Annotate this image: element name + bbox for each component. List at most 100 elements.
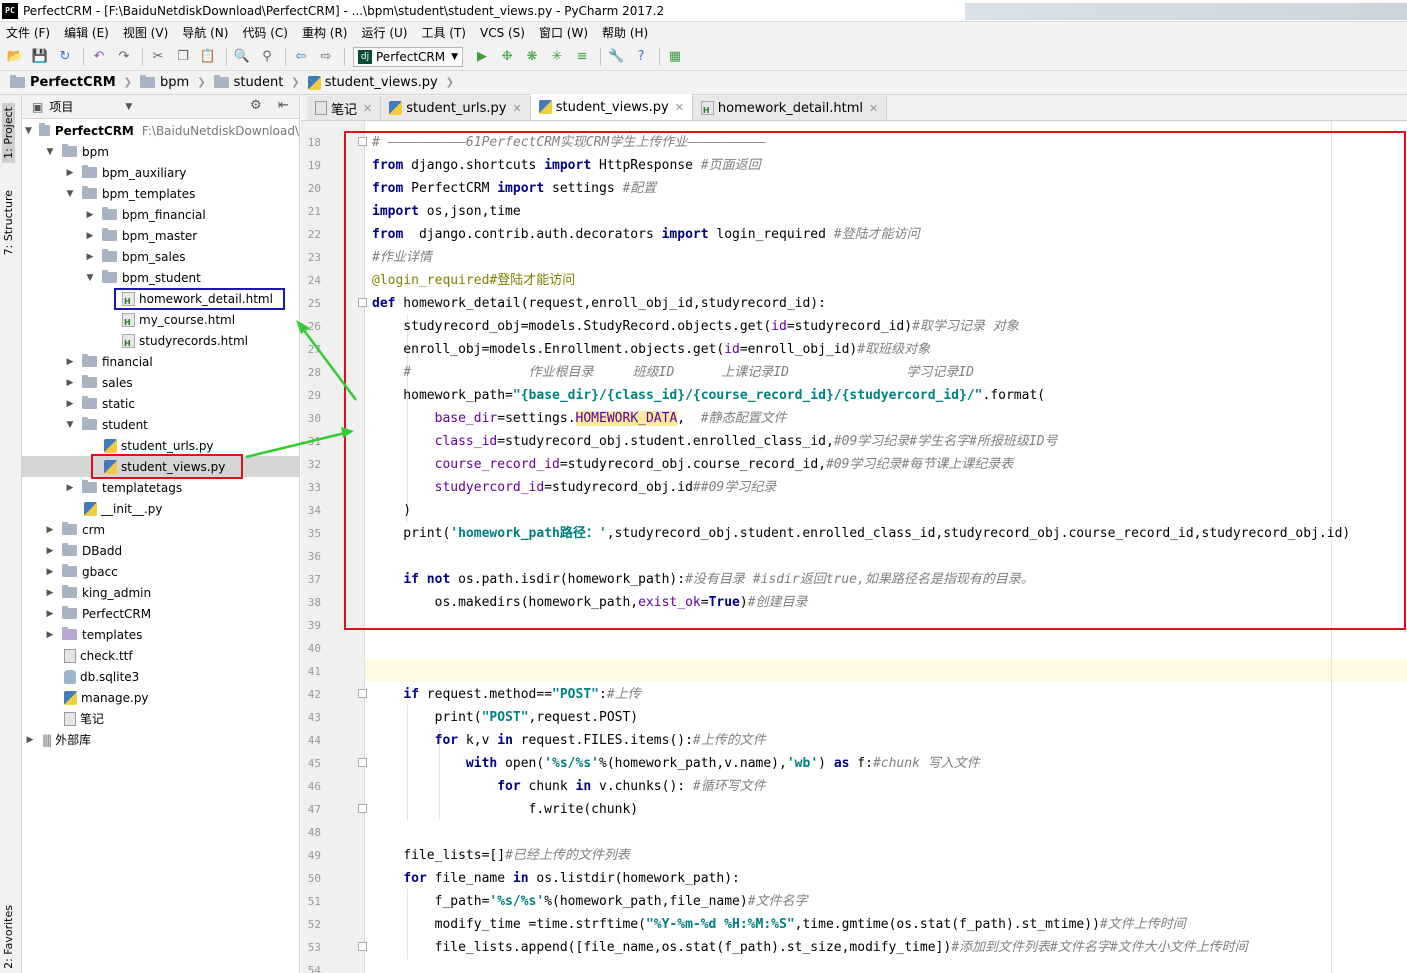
- paste-icon[interactable]: 📋: [197, 46, 219, 68]
- menu-navigate[interactable]: 导航 (N): [182, 24, 228, 41]
- tree-item-homework-detail[interactable]: homework_detail.html: [22, 288, 299, 309]
- concurrency-icon[interactable]: ≡: [571, 46, 593, 68]
- tab-student-urls[interactable]: student_urls.py ✕: [381, 96, 531, 120]
- cut-icon[interactable]: ✂: [147, 46, 169, 68]
- close-icon[interactable]: ✕: [869, 102, 878, 115]
- menu-edit[interactable]: 编辑 (E): [64, 24, 109, 41]
- text-file-icon: [64, 711, 76, 726]
- chevron-down-icon[interactable]: ▼: [125, 102, 132, 112]
- fold-marker-icon[interactable]: [358, 758, 367, 767]
- python-console-icon[interactable]: ▦: [664, 46, 686, 68]
- close-icon[interactable]: ✕: [363, 102, 372, 115]
- tree-item-student-urls[interactable]: student_urls.py: [22, 435, 299, 456]
- breadcrumb-student[interactable]: student ❯: [213, 75, 300, 90]
- tree-item-my-course[interactable]: my_course.html: [22, 309, 299, 330]
- menu-vcs[interactable]: VCS (S): [480, 26, 525, 40]
- tree-item-student-views[interactable]: student_views.py: [22, 456, 299, 477]
- close-icon[interactable]: ✕: [512, 102, 521, 115]
- chevron-right-icon: ▶: [66, 356, 74, 367]
- tree-item-bpm-financial[interactable]: ▶ bpm_financial: [22, 204, 299, 225]
- find-icon[interactable]: 🔍: [231, 46, 253, 68]
- line-number: 49: [307, 849, 321, 862]
- run-icon[interactable]: ▶: [471, 46, 493, 68]
- project-tool-tab[interactable]: 1: Project: [2, 103, 15, 163]
- tree-item-static[interactable]: ▶ static: [22, 393, 299, 414]
- folder-icon: [82, 417, 97, 430]
- gear-icon[interactable]: ⚙: [250, 98, 262, 113]
- run-config-dropdown[interactable]: dj PerfectCRM ▼: [353, 46, 464, 67]
- tab-notes[interactable]: 笔记 ✕: [307, 96, 382, 120]
- tree-item-perfectcrm-root[interactable]: ▼ PerfectCRM F:\BaiduNetdiskDownload\: [22, 120, 299, 141]
- fold-marker-icon[interactable]: [358, 942, 367, 951]
- menu-help[interactable]: 帮助 (H): [602, 24, 648, 41]
- forward-arrow-icon[interactable]: ⇨: [315, 46, 337, 68]
- help-icon[interactable]: ?: [630, 46, 652, 68]
- tree-item-student[interactable]: ▼ student: [22, 414, 299, 435]
- tree-item-check-ttf[interactable]: check.ttf: [22, 645, 299, 666]
- tab-homework-detail[interactable]: homework_detail.html ✕: [692, 96, 888, 120]
- settings-wrench-icon[interactable]: 🔧: [605, 46, 627, 68]
- tree-item-bpm-master[interactable]: ▶ bpm_master: [22, 225, 299, 246]
- folder-icon: [10, 75, 25, 88]
- tree-item-external-libraries[interactable]: ▶ |||| 外部库: [22, 729, 299, 750]
- code-line: modify_time =time.strftime("%Y-%m-%d %H:…: [372, 917, 1186, 932]
- menu-file[interactable]: 文件 (F): [6, 24, 50, 41]
- fold-marker-icon[interactable]: [358, 804, 367, 813]
- breadcrumb-file[interactable]: student_views.py ❯: [307, 75, 454, 90]
- back-arrow-icon[interactable]: ⇦: [290, 46, 312, 68]
- tab-student-views[interactable]: student_views.py ✕: [530, 94, 693, 120]
- tree-item-gbacc[interactable]: ▶ gbacc: [22, 561, 299, 582]
- tree-item-studyrecords[interactable]: studyrecords.html: [22, 330, 299, 351]
- line-number: 42: [307, 688, 321, 701]
- debug-icon[interactable]: ❉: [496, 46, 518, 68]
- breadcrumb-bpm[interactable]: bpm ❯: [140, 75, 206, 90]
- menu-tools[interactable]: 工具 (T): [421, 24, 466, 41]
- profile-icon[interactable]: ✳: [546, 46, 568, 68]
- tree-item-bpm-student[interactable]: ▼ bpm_student: [22, 267, 299, 288]
- collapse-panel-icon[interactable]: ⇤: [278, 98, 289, 113]
- structure-tool-tab[interactable]: 7: Structure: [2, 190, 15, 255]
- redo-icon[interactable]: ↷: [113, 46, 135, 68]
- tree-item-crm[interactable]: ▶ crm: [22, 519, 299, 540]
- tree-item-templatetags[interactable]: ▶ templatetags: [22, 477, 299, 498]
- menu-view[interactable]: 视图 (V): [123, 24, 168, 41]
- save-icon[interactable]: 💾: [29, 46, 51, 68]
- tree-item-init[interactable]: __init__.py: [22, 498, 299, 519]
- close-icon[interactable]: ✕: [675, 101, 684, 114]
- menu-refactor[interactable]: 重构 (R): [302, 24, 348, 41]
- tree-item-templates[interactable]: ▶ templates: [22, 624, 299, 645]
- tree-item-bpm-sales[interactable]: ▶ bpm_sales: [22, 246, 299, 267]
- code-line: # ——————————61PerfectCRM实现CRM学生上传作业—————…: [372, 135, 766, 150]
- code-line: def homework_detail(request,enroll_obj_i…: [372, 296, 826, 311]
- replace-icon[interactable]: ⚲: [256, 46, 278, 68]
- tree-item-perfectcrm[interactable]: ▶ PerfectCRM: [22, 603, 299, 624]
- sync-icon[interactable]: ↻: [54, 46, 76, 68]
- toolbar-separator: [83, 47, 84, 66]
- fold-marker-icon[interactable]: [358, 689, 367, 698]
- folder-icon: [82, 480, 97, 493]
- tree-item-notes[interactable]: 笔记: [22, 708, 299, 729]
- tree-item-financial[interactable]: ▶ financial: [22, 351, 299, 372]
- tree-item-king-admin[interactable]: ▶ king_admin: [22, 582, 299, 603]
- tree-item-manage-py[interactable]: manage.py: [22, 687, 299, 708]
- tree-item-dbadd[interactable]: ▶ DBadd: [22, 540, 299, 561]
- breadcrumb-project[interactable]: PerfectCRM ❯: [10, 75, 132, 90]
- project-panel-title[interactable]: 项目: [49, 98, 73, 115]
- fold-marker-icon[interactable]: [358, 137, 367, 146]
- menu-code[interactable]: 代码 (C): [242, 24, 288, 41]
- tree-item-sales[interactable]: ▶ sales: [22, 372, 299, 393]
- coverage-icon[interactable]: ❋: [521, 46, 543, 68]
- copy-icon[interactable]: ❐: [172, 46, 194, 68]
- undo-icon[interactable]: ↶: [88, 46, 110, 68]
- tree-item-bpm-auxiliary[interactable]: ▶ bpm_auxiliary: [22, 162, 299, 183]
- menu-window[interactable]: 窗口 (W): [539, 24, 588, 41]
- menu-run[interactable]: 运行 (U): [362, 24, 408, 41]
- open-folder-icon[interactable]: 📂: [4, 46, 26, 68]
- fold-marker-icon[interactable]: [358, 298, 367, 307]
- tree-item-db-sqlite[interactable]: db.sqlite3: [22, 666, 299, 687]
- tree-item-bpm[interactable]: ▼ bpm: [22, 141, 299, 162]
- tree-item-bpm-templates[interactable]: ▼ bpm_templates: [22, 183, 299, 204]
- editor-tabs: 笔记 ✕ student_urls.py ✕ student_views.py …: [301, 94, 1407, 121]
- favorites-tool-tab[interactable]: 2: Favorites: [2, 905, 15, 969]
- line-number: 51: [307, 895, 321, 908]
